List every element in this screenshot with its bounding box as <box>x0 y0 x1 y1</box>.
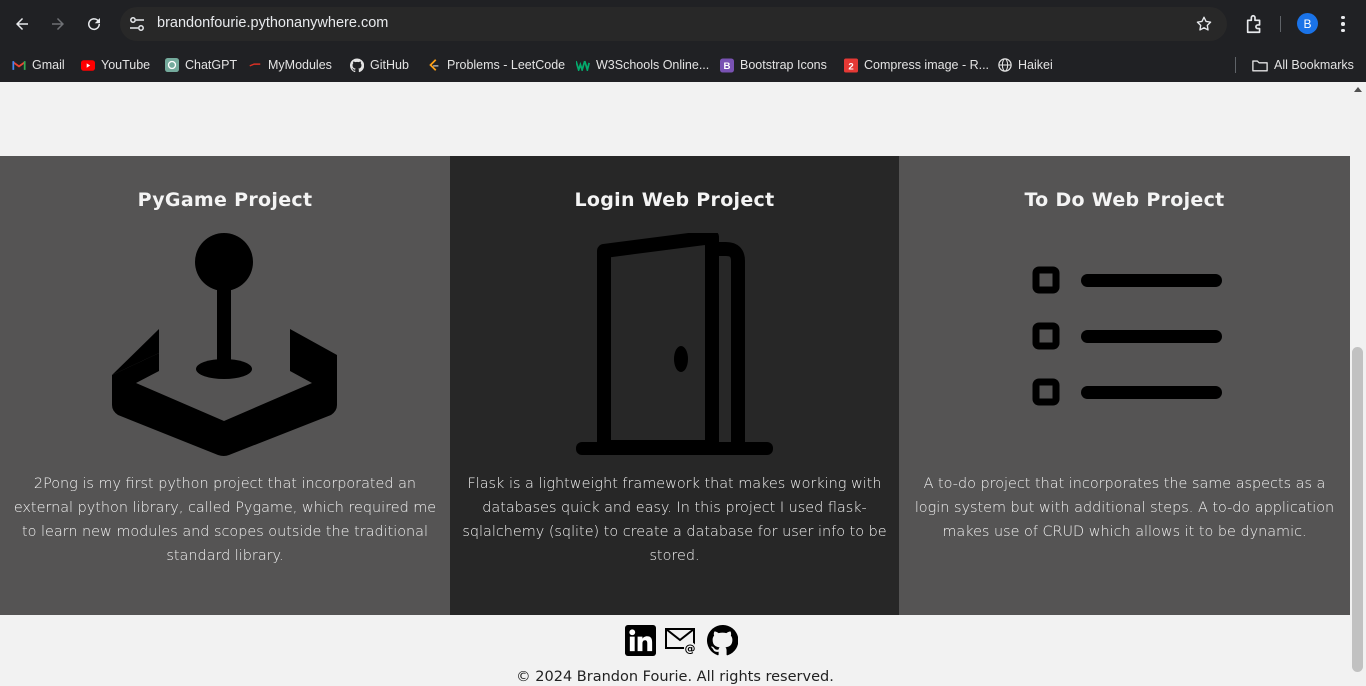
bookmark-bootstrap-icons[interactable]: B Bootstrap Icons <box>720 56 827 74</box>
svg-text:B: B <box>724 61 731 72</box>
scrollbar-thumb[interactable] <box>1352 347 1363 672</box>
email-link[interactable]: @ <box>665 624 697 656</box>
bookmark-youtube[interactable]: YouTube <box>81 56 150 74</box>
site-info-icon[interactable] <box>128 15 146 33</box>
footer-social-links: @ <box>624 624 738 656</box>
leetcode-icon <box>427 58 441 72</box>
mymodules-icon <box>248 58 262 72</box>
w3schools-icon <box>576 58 590 72</box>
globe-icon <box>998 58 1012 72</box>
gmail-icon <box>12 58 26 72</box>
projects-section: PyGame Project 2Pong is my first python … <box>0 156 1350 615</box>
browser-menu-button[interactable] <box>1335 13 1351 35</box>
project-card-todo[interactable]: To Do Web Project A to-do project that i… <box>899 156 1350 615</box>
door-icon <box>576 233 773 455</box>
all-bookmarks-button[interactable]: All Bookmarks <box>1252 56 1354 74</box>
compress-icon: 2 <box>844 58 858 72</box>
project-description: Flask is a lightweight framework that ma… <box>462 476 887 564</box>
url-text[interactable]: brandonfourie.pythonanywhere.com <box>157 15 388 31</box>
toolbar-divider <box>1280 16 1281 32</box>
extensions-icon[interactable] <box>1244 13 1266 35</box>
arrow-left-icon <box>16 18 28 30</box>
bookmark-gmail[interactable]: Gmail <box>12 56 65 74</box>
project-card-pygame[interactable]: PyGame Project 2Pong is my first python … <box>0 156 450 615</box>
scroll-up-arrow-icon[interactable] <box>1354 87 1362 92</box>
project-description: 2Pong is my first python project that in… <box>13 476 437 564</box>
bookmark-chatgpt[interactable]: ChatGPT <box>165 56 237 74</box>
project-title: To Do Web Project <box>1024 189 1225 211</box>
linkedin-link[interactable] <box>624 624 656 656</box>
project-title: Login Web Project <box>574 189 775 211</box>
svg-text:@: @ <box>685 642 696 655</box>
back-button[interactable] <box>10 12 34 36</box>
bookmark-leetcode[interactable]: Problems - LeetCode <box>427 56 565 74</box>
svg-text:2: 2 <box>848 61 853 72</box>
github-icon <box>350 57 364 72</box>
bookmark-mymodules[interactable]: MyModules <box>248 56 332 74</box>
bookmark-w3schools[interactable]: W3Schools Online... <box>576 56 709 74</box>
project-description: A to-do project that incorporates the sa… <box>914 476 1335 540</box>
linkedin-icon <box>624 624 656 656</box>
bookmarks-divider <box>1235 57 1236 73</box>
profile-avatar[interactable]: B <box>1297 13 1318 34</box>
reload-button[interactable] <box>82 12 106 36</box>
bookmark-star-icon[interactable] <box>1195 15 1213 33</box>
github-icon <box>706 624 738 655</box>
address-bar[interactable]: brandonfourie.pythonanywhere.com <box>120 7 1227 41</box>
project-title: PyGame Project <box>137 189 313 211</box>
bookmark-haikei[interactable]: Haikei <box>998 56 1053 74</box>
browser-toolbar: brandonfourie.pythonanywhere.com B <box>0 0 1366 48</box>
arrow-right-icon <box>52 18 64 30</box>
forward-button[interactable] <box>46 12 70 36</box>
bookmark-github[interactable]: GitHub <box>350 56 409 74</box>
project-card-login[interactable]: Login Web Project Flask is a lightweight… <box>450 156 899 615</box>
bootstrap-icon: B <box>720 58 734 72</box>
copyright-text: © 2024 Brandon Fourie. All rights reserv… <box>516 669 834 685</box>
github-link[interactable] <box>706 624 738 656</box>
checklist-icon <box>1032 266 1222 406</box>
page-viewport: PyGame Project 2Pong is my first python … <box>0 82 1350 686</box>
folder-icon <box>1252 58 1268 72</box>
email-icon: @ <box>665 628 696 655</box>
chatgpt-icon <box>165 58 179 72</box>
page-scrollbar[interactable] <box>1350 82 1366 686</box>
bookmark-compress-image[interactable]: 2 Compress image - R... <box>844 56 989 74</box>
joystick-icon <box>112 233 337 456</box>
youtube-icon <box>81 58 95 72</box>
bookmarks-bar: Gmail YouTube ChatGPT MyModules GitHub P… <box>0 48 1366 82</box>
reload-icon <box>88 18 101 31</box>
